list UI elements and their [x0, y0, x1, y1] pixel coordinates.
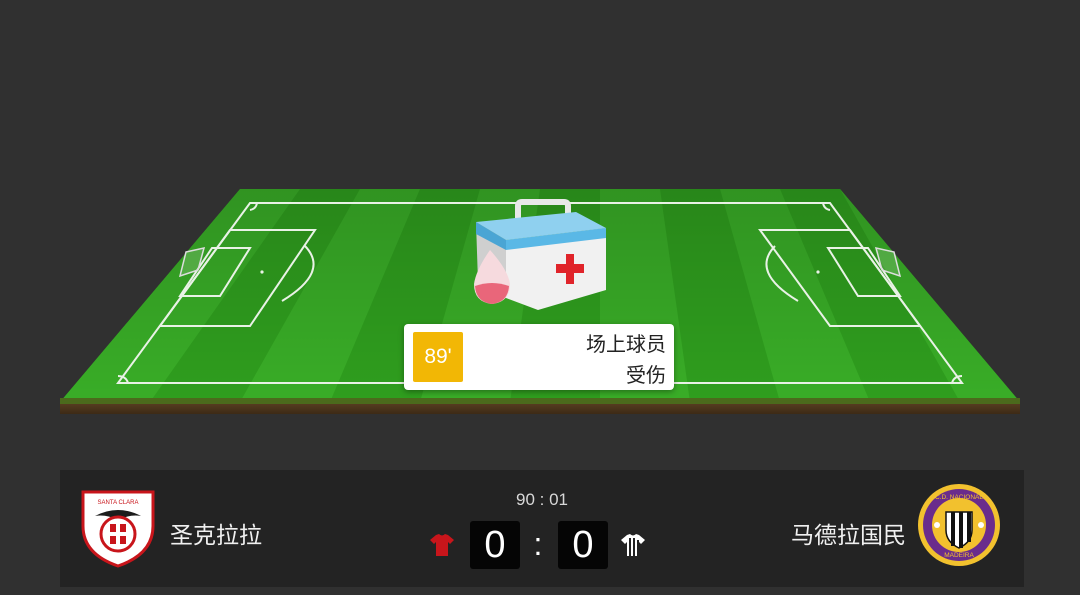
event-minute-badge: 89'	[413, 332, 463, 382]
home-kit-icon	[430, 534, 454, 556]
away-score: 0	[558, 521, 608, 569]
scoreboard: SANTA CLARA 圣克拉拉 90 : 01 0 : 0 马德拉国民 C.D…	[60, 470, 1024, 587]
away-crest-text: C.D. NACIONAL	[935, 494, 983, 501]
match-clock: 90 : 01	[516, 490, 568, 509]
pitch-view: 89' 场上球员 受伤	[0, 0, 1080, 430]
away-crest-text-2: MADEIRA	[944, 552, 974, 559]
home-team-name[interactable]: 圣克拉拉	[170, 516, 262, 550]
event-type: 受伤	[626, 363, 666, 387]
event-popup: 89' 场上球员 受伤	[404, 324, 674, 390]
home-score: 0	[470, 521, 520, 569]
score-separator: :	[533, 526, 543, 562]
away-team-name[interactable]: 马德拉国民	[791, 516, 906, 550]
away-team-crest[interactable]: C.D. NACIONAL MADEIRA	[916, 482, 1002, 568]
away-kit-icon	[621, 534, 645, 556]
medical-kit-icon	[474, 199, 606, 310]
event-title: 场上球员	[586, 332, 666, 356]
